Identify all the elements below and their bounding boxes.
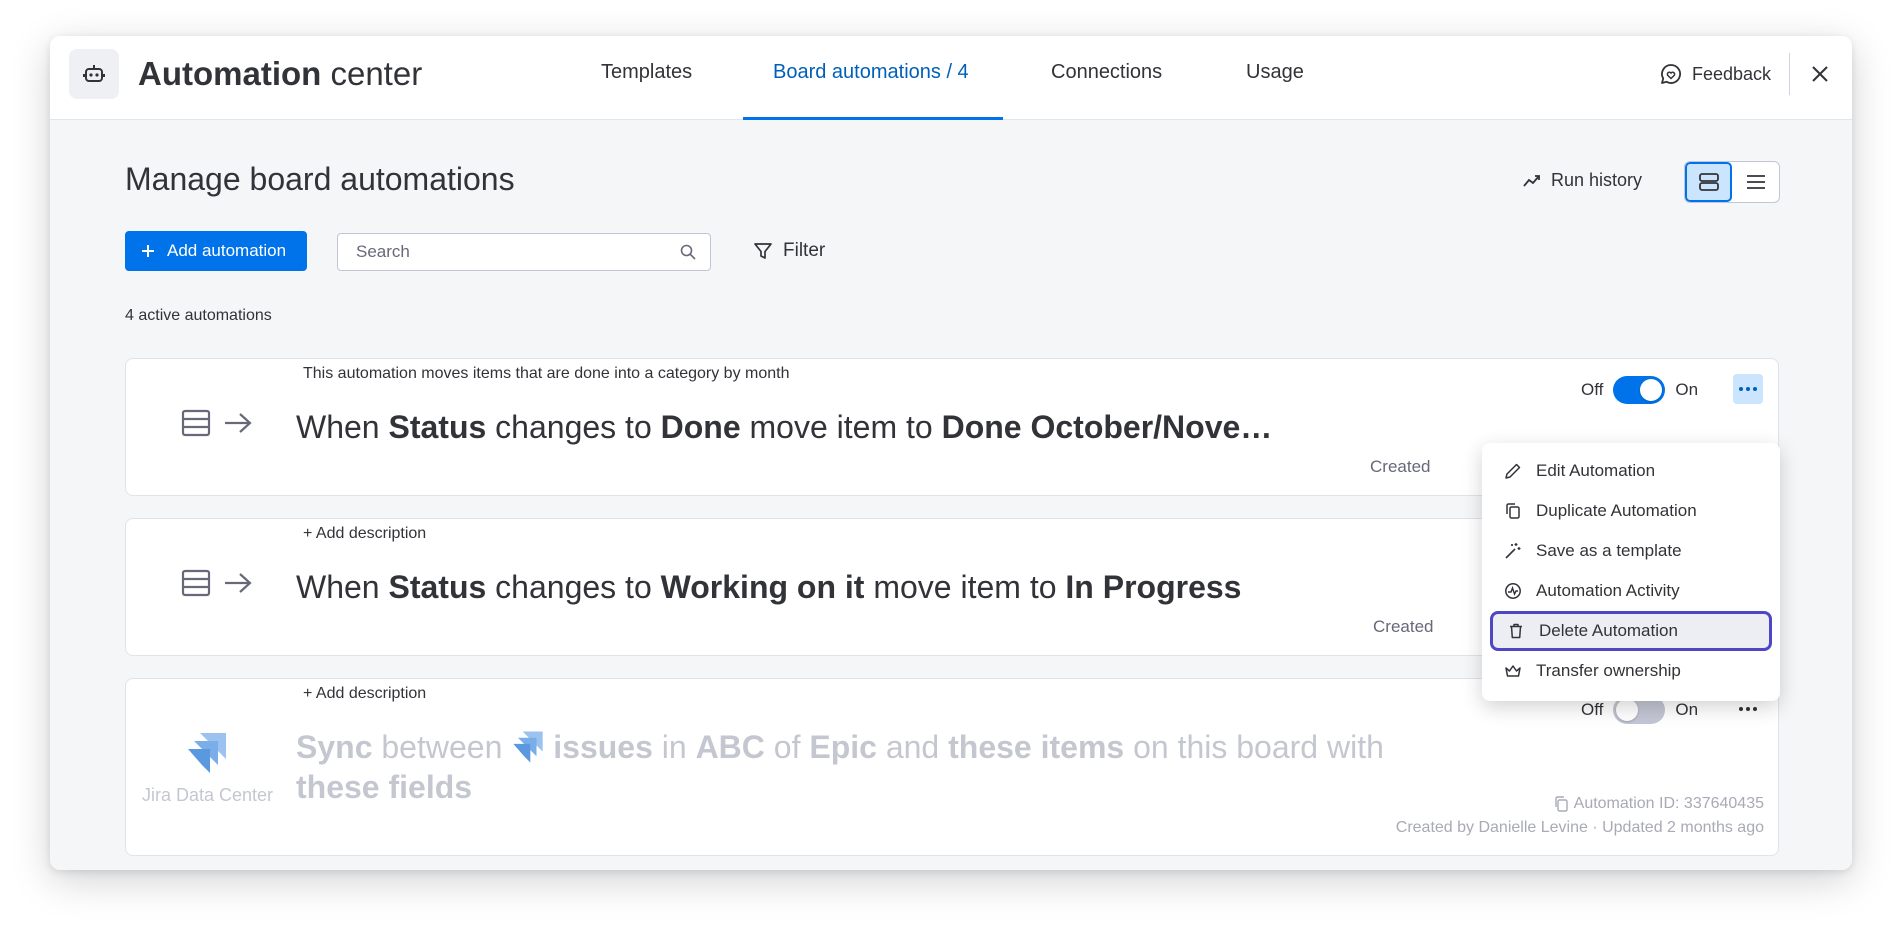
crown-icon (1505, 665, 1521, 677)
automation-recipe[interactable]: When Status changes to Working on it mov… (296, 567, 1241, 607)
duplicate-automation-menu-item[interactable]: Duplicate Automation (1482, 491, 1780, 531)
tab-usage[interactable]: Usage (1246, 60, 1304, 84)
automation-type-icons (181, 569, 253, 597)
automation-recipe[interactable]: When Status changes to Done move item to… (296, 407, 1272, 447)
created-info: Created by Danielle Levine · Updated 2 m… (1395, 819, 1764, 836)
page-title: Manage board automations (125, 161, 515, 197)
add-description-link[interactable]: + Add description (303, 685, 426, 703)
more-icon (1739, 707, 1757, 711)
created-info: Created (1373, 617, 1434, 636)
jira-icon (186, 731, 228, 775)
automation-activity-menu-item[interactable]: Automation Activity (1482, 571, 1780, 611)
plus-icon (141, 244, 155, 258)
close-icon (1812, 66, 1828, 82)
created-info: Created (1370, 457, 1431, 476)
active-automations-count: 4 active automations (125, 307, 272, 324)
automation-recipe-line2: these fields (296, 769, 473, 805)
tab-templates[interactable]: Templates (601, 60, 692, 84)
magic-wand-icon (1505, 543, 1521, 559)
card-view-icon (1698, 173, 1719, 191)
integration-name: Jira Data Center (142, 785, 274, 805)
search-icon[interactable] (680, 244, 696, 260)
app-title: Automation center (138, 55, 423, 92)
search-box (337, 233, 711, 271)
copy-icon (1506, 503, 1520, 519)
list-view-icon (1746, 175, 1765, 189)
header: Automation center Templates Board automa… (50, 36, 1852, 120)
automation-type-icons (181, 409, 253, 437)
active-tab-indicator (743, 117, 1003, 120)
automation-context-menu: Edit Automation Duplicate Automation Sav… (1482, 443, 1780, 701)
feedback-button[interactable]: Feedback (1660, 62, 1771, 86)
more-icon (1739, 387, 1757, 391)
arrow-right-icon (225, 573, 252, 593)
feedback-icon (1660, 63, 1682, 85)
run-history-button[interactable]: Run history (1523, 170, 1642, 191)
trash-icon (1510, 623, 1522, 639)
board-icon (181, 569, 211, 597)
close-button[interactable] (1806, 60, 1834, 88)
edit-automation-menu-item[interactable]: Edit Automation (1482, 451, 1780, 491)
view-toggle (1684, 161, 1780, 203)
automation-id[interactable]: Automation ID: 337640435 (1554, 795, 1764, 813)
add-description-link[interactable]: + Add description (303, 525, 426, 543)
tab-board-automations[interactable]: Board automations / 4 (773, 60, 969, 84)
arrow-right-icon (225, 413, 252, 433)
automation-toggle[interactable] (1613, 376, 1666, 404)
header-divider (1789, 53, 1790, 95)
copy-icon (1554, 796, 1568, 812)
automation-description[interactable]: This automation moves items that are don… (303, 365, 789, 383)
save-as-template-menu-item[interactable]: Save as a template (1482, 531, 1780, 571)
board-icon (181, 409, 211, 437)
delete-automation-menu-item[interactable]: Delete Automation (1490, 611, 1772, 651)
pencil-icon (1505, 463, 1521, 479)
card-view-button[interactable] (1685, 162, 1732, 202)
automation-toggle-row: Off On (1581, 376, 1698, 404)
activity-icon (1505, 583, 1521, 599)
robot-icon (69, 49, 119, 99)
tab-connections[interactable]: Connections (1051, 60, 1162, 84)
list-view-button[interactable] (1732, 162, 1779, 202)
search-input[interactable] (356, 242, 680, 262)
trend-icon (1523, 174, 1541, 188)
automation-recipe[interactable]: Sync between issues in ABC of Epic and t… (296, 727, 1384, 767)
filter-button[interactable]: Filter (753, 240, 825, 262)
transfer-ownership-menu-item[interactable]: Transfer ownership (1482, 651, 1780, 691)
add-automation-button[interactable]: Add automation (125, 231, 307, 271)
filter-icon (753, 241, 773, 261)
jira-inline-icon (511, 730, 545, 764)
more-options-button[interactable] (1733, 374, 1763, 404)
automation-center-modal: Automation center Templates Board automa… (50, 36, 1852, 870)
automation-card: + Add description Jira Data Center Sync … (125, 678, 1779, 856)
